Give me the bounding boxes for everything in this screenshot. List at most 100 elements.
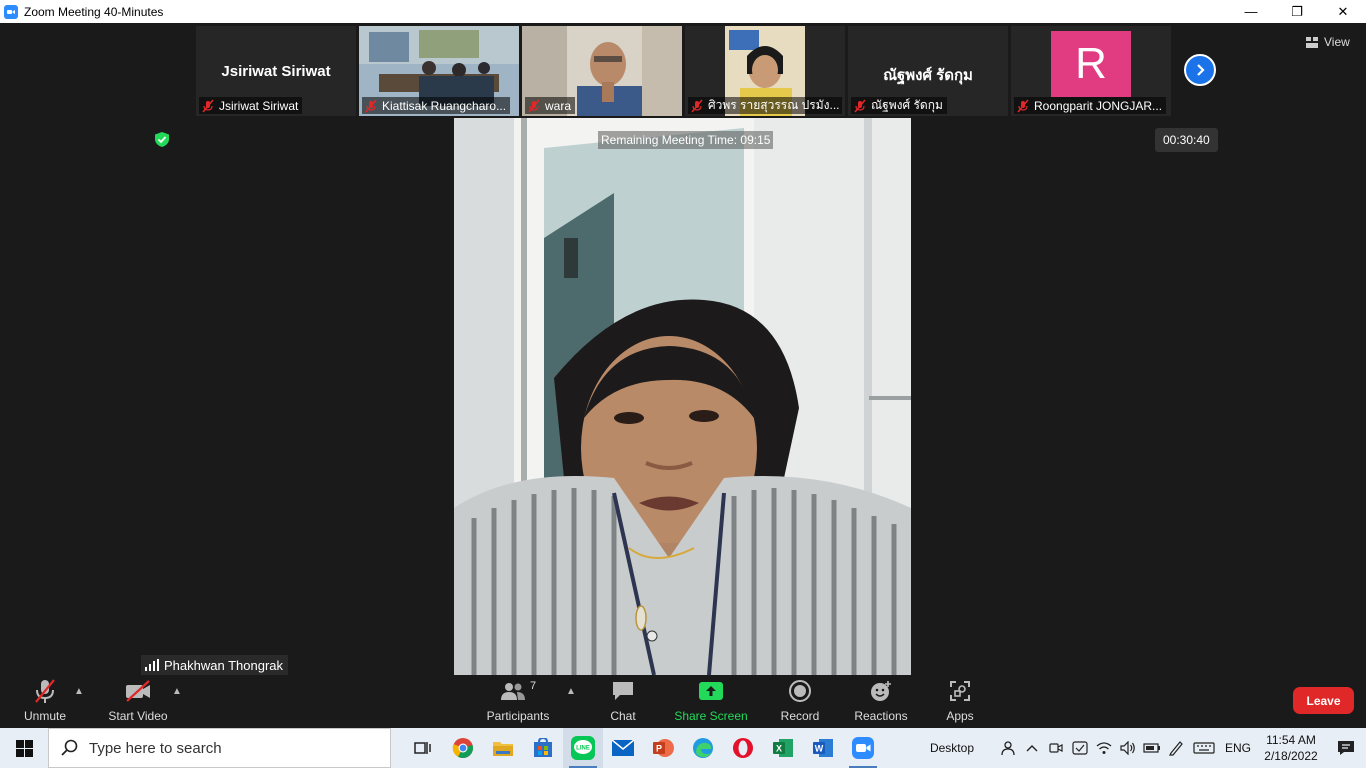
participant-tile[interactable]: wara — [522, 26, 682, 116]
participants-options-caret-icon[interactable]: ▲ — [566, 686, 576, 697]
participant-tile[interactable]: Kiattisak Ruangcharo... — [359, 26, 519, 116]
participant-label: wara — [525, 97, 576, 114]
participant-name: ณัฐพงศ์ รัดกุม — [871, 98, 943, 112]
show-hidden-icons-chevron-icon[interactable] — [1020, 744, 1044, 752]
volume-icon[interactable] — [1116, 741, 1140, 755]
remaining-time-banner: Remaining Meeting Time: 09:15 — [598, 131, 774, 149]
chat-button[interactable]: Chat — [605, 676, 641, 728]
language-indicator[interactable]: ENG — [1220, 741, 1256, 755]
apps-icon — [950, 681, 970, 701]
action-center-button[interactable] — [1326, 740, 1366, 756]
excel-taskbar-button[interactable]: X — [763, 728, 803, 768]
powerpoint-taskbar-button[interactable]: P — [643, 728, 683, 768]
battery-icon[interactable] — [1140, 742, 1164, 754]
unmute-button[interactable]: Unmute — [22, 676, 68, 728]
opera-taskbar-button[interactable] — [723, 728, 763, 768]
touch-keyboard-icon[interactable] — [1188, 742, 1220, 754]
participants-count: 7 — [529, 680, 537, 692]
folder-icon — [493, 742, 513, 756]
store-taskbar-button[interactable] — [523, 728, 563, 768]
participant-label: ณัฐพงศ์ รัดกุม — [851, 97, 947, 114]
participant-big-name: Jsiriwat Siriwat — [221, 63, 331, 80]
participant-name: Kiattisak Ruangcharo... — [382, 98, 507, 113]
zoom-taskbar-button[interactable] — [843, 728, 883, 768]
gallery-strip: Jsiriwat Siriwat Jsiriwat Siriwat Kiatti… — [196, 26, 1171, 116]
taskbar-search[interactable]: Type here to search — [48, 728, 391, 768]
encryption-shield-icon[interactable] — [154, 131, 170, 148]
speaker-video-frame — [454, 118, 911, 675]
restore-button[interactable]: ❐ — [1274, 0, 1320, 23]
participant-name: wara — [545, 98, 572, 113]
window-title: Zoom Meeting 40-Minutes — [24, 4, 164, 19]
excel-icon: X — [773, 739, 793, 757]
windows-taskbar: Type here to search LINE P X W Desktop E… — [0, 728, 1366, 768]
tray-app-icon[interactable] — [1068, 741, 1092, 755]
unmute-label: Unmute — [23, 709, 67, 723]
record-button[interactable]: Record — [780, 676, 820, 728]
mic-muted-icon — [1017, 99, 1029, 112]
svg-text:P: P — [656, 744, 662, 754]
apps-button[interactable]: Apps — [942, 676, 978, 728]
edge-taskbar-button[interactable] — [683, 728, 723, 768]
mail-taskbar-button[interactable] — [603, 728, 643, 768]
signal-strength-icon — [145, 659, 159, 671]
gallery-next-button[interactable] — [1184, 54, 1216, 86]
participant-label: ศิวพร รายสุวรรณ ปรมัง... — [688, 97, 842, 114]
reactions-smiley-icon — [871, 681, 891, 701]
minimize-button[interactable]: — — [1228, 0, 1274, 23]
video-options-caret-icon[interactable]: ▲ — [172, 686, 182, 697]
notification-icon — [1338, 741, 1354, 755]
reactions-button[interactable]: Reactions — [854, 676, 908, 728]
record-label: Record — [780, 709, 820, 723]
participant-name: ศิวพร รายสุวรรณ ปรมัง... — [708, 98, 840, 112]
mic-muted-icon — [691, 99, 703, 112]
line-taskbar-button[interactable]: LINE — [563, 728, 603, 768]
system-tray: Desktop ENG 11:54 AM 2/18/2022 — [930, 728, 1366, 768]
participant-tile[interactable]: R Roongparit JONGJAR... — [1011, 26, 1171, 116]
mic-muted-icon — [854, 99, 866, 112]
chrome-icon — [452, 738, 473, 759]
leave-button[interactable]: Leave — [1293, 687, 1354, 714]
participant-tile[interactable]: ศิวพร รายสุวรรณ ปรมัง... — [685, 26, 845, 116]
participant-tile[interactable]: ณัฐพงศ์ รัดกุม ณัฐพงศ์ รัดกุม — [848, 26, 1008, 116]
meet-now-icon[interactable] — [1044, 742, 1068, 754]
participant-tile[interactable]: Jsiriwat Siriwat Jsiriwat Siriwat — [196, 26, 356, 116]
active-speaker-name: Phakhwan Thongrak — [164, 657, 284, 673]
word-taskbar-button[interactable]: W — [803, 728, 843, 768]
reactions-label: Reactions — [854, 709, 908, 723]
active-speaker-video — [454, 118, 911, 675]
zoom-icon — [852, 737, 874, 759]
chat-label: Chat — [610, 709, 636, 723]
close-button[interactable]: ✕ — [1320, 0, 1366, 23]
view-button[interactable]: View — [1306, 35, 1350, 49]
start-video-button[interactable]: Start Video — [108, 676, 168, 728]
participant-name: Jsiriwat Siriwat — [219, 98, 299, 113]
start-video-label: Start Video — [108, 709, 168, 723]
share-screen-button[interactable]: Share Screen — [674, 676, 748, 728]
chrome-taskbar-button[interactable] — [443, 728, 483, 768]
powerpoint-icon: P — [653, 739, 674, 757]
svg-text:X: X — [776, 744, 782, 754]
start-button[interactable] — [0, 728, 48, 768]
search-placeholder: Type here to search — [89, 739, 222, 757]
people-icon[interactable] — [996, 740, 1020, 756]
file-explorer-taskbar-button[interactable] — [483, 728, 523, 768]
opera-icon — [733, 738, 753, 758]
clock-time: 11:54 AM — [1266, 733, 1316, 747]
audio-options-caret-icon[interactable]: ▲ — [74, 686, 84, 697]
clock-date: 2/18/2022 — [1264, 749, 1318, 763]
task-view-button[interactable] — [403, 728, 443, 768]
svg-text:LINE: LINE — [576, 746, 590, 752]
participant-label: Jsiriwat Siriwat — [199, 97, 303, 114]
record-icon — [789, 680, 811, 702]
taskbar-pinned-apps: LINE P X W — [403, 728, 883, 768]
desktop-toolbar-label[interactable]: Desktop — [930, 741, 974, 755]
mic-muted-icon — [35, 679, 55, 703]
wifi-icon[interactable] — [1092, 741, 1116, 755]
participants-button[interactable]: 7 Participants — [486, 676, 550, 728]
video-off-icon — [126, 680, 150, 702]
meeting-toolbar: Unmute ▲ Start Video ▲ 7 Participants ▲ … — [0, 676, 1366, 728]
taskbar-clock[interactable]: 11:54 AM 2/18/2022 — [1256, 732, 1326, 764]
pen-icon[interactable] — [1164, 740, 1188, 756]
participants-label: Participants — [486, 709, 550, 723]
